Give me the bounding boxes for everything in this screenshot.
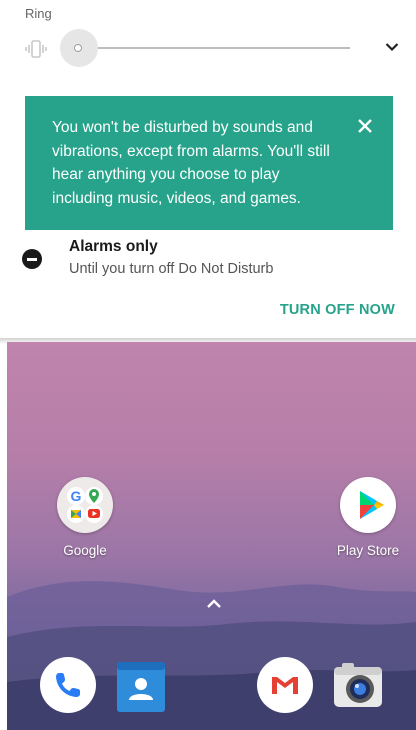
- close-icon[interactable]: [357, 118, 373, 134]
- camera-icon[interactable]: [330, 657, 386, 713]
- svg-text:G: G: [71, 488, 82, 504]
- dnd-mode-title: Alarms only: [69, 238, 158, 255]
- do-not-disturb-icon: [22, 249, 42, 269]
- chevron-down-icon[interactable]: [385, 42, 399, 52]
- dnd-mode-subtitle: Until you turn off Do Not Disturb: [69, 261, 274, 277]
- play-store-app[interactable]: Play Store: [323, 477, 413, 558]
- home-screen: G Google Play Store: [7, 342, 416, 730]
- app-label: Play Store: [336, 543, 400, 558]
- chevron-up-icon[interactable]: [206, 598, 222, 610]
- play-store-icon[interactable]: [340, 477, 396, 533]
- gmail-app[interactable]: [257, 657, 313, 713]
- app-label: Google: [63, 543, 107, 558]
- contacts-app[interactable]: [113, 658, 169, 714]
- gmail-icon[interactable]: [257, 657, 313, 713]
- google-folder[interactable]: G Google: [40, 477, 130, 558]
- phone-icon[interactable]: [40, 657, 96, 713]
- dnd-info-card: You won't be disturbed by sounds and vib…: [25, 96, 393, 230]
- contacts-icon[interactable]: [113, 658, 169, 714]
- slider-track[interactable]: [78, 47, 350, 49]
- camera-app[interactable]: [330, 657, 386, 713]
- vibrate-icon[interactable]: [24, 40, 48, 58]
- volume-panel: Ring You won't be disturbed by sounds an…: [0, 0, 416, 340]
- slider-thumb[interactable]: [74, 44, 82, 52]
- google-folder-icon[interactable]: G: [57, 477, 113, 533]
- turn-off-now-button[interactable]: TURN OFF NOW: [280, 302, 395, 318]
- phone-app[interactable]: [40, 657, 96, 713]
- dnd-message: You won't be disturbed by sounds and vib…: [52, 119, 330, 207]
- ring-label: Ring: [25, 6, 52, 21]
